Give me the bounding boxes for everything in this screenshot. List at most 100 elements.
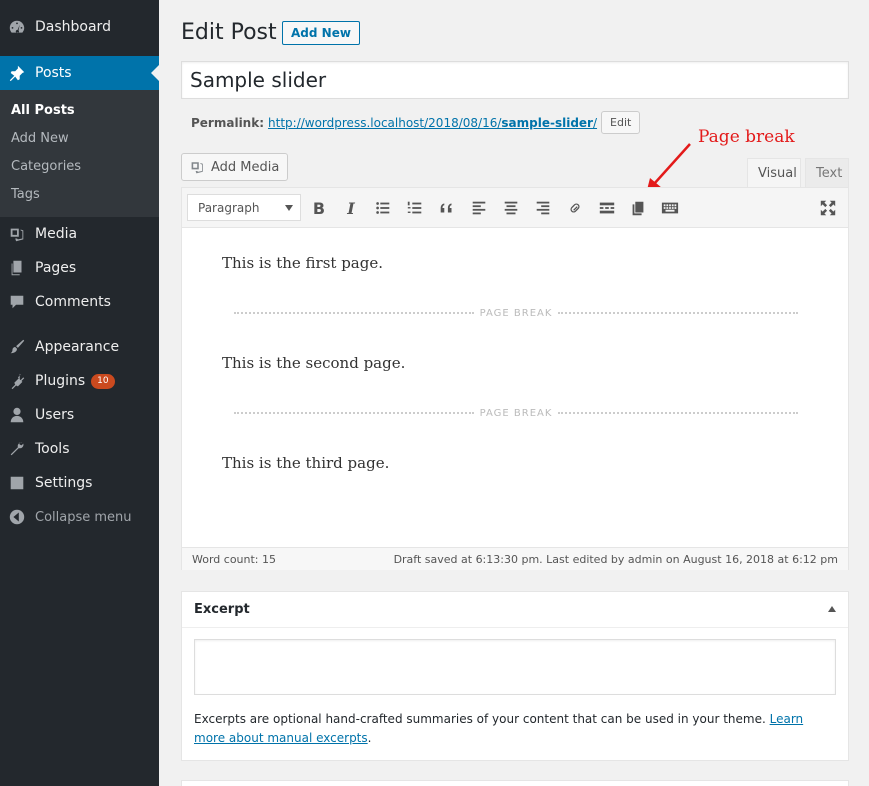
menu-comments-label: Comments: [35, 294, 111, 310]
page-break-icon: [632, 201, 644, 216]
add-media-button[interactable]: Add Media: [181, 153, 289, 181]
align-center-icon: [504, 201, 518, 215]
menu-users[interactable]: Users: [0, 398, 159, 432]
post-title-input[interactable]: [181, 61, 849, 99]
toolbar-toggle-button[interactable]: [658, 196, 682, 220]
media-icon: [7, 224, 27, 244]
settings-sliders-icon: [7, 473, 27, 493]
post-editor: Paragraph B I This is the first page. PA…: [181, 187, 849, 570]
excerpt-header[interactable]: Excerpt: [182, 592, 848, 628]
align-left-button[interactable]: [467, 196, 491, 220]
tab-text[interactable]: Text: [805, 158, 849, 187]
submenu-tags[interactable]: Tags: [11, 187, 40, 202]
read-more-button[interactable]: [595, 196, 619, 220]
page-break-label: PAGE BREAK: [479, 407, 553, 419]
pin-icon: [7, 63, 27, 83]
collapse-menu-button[interactable]: Collapse menu: [0, 500, 159, 534]
menu-comments[interactable]: Comments: [0, 285, 159, 319]
excerpt-help-body: Excerpts are optional hand-crafted summa…: [194, 712, 770, 726]
paintbrush-icon: [7, 337, 27, 357]
format-select-value: Paragraph: [198, 200, 260, 215]
dashboard-icon: [7, 17, 27, 37]
link-icon: [570, 203, 580, 213]
editor-status-bar: Word count: 15 Draft saved at 6:13:30 pm…: [182, 547, 848, 570]
numbered-list-button[interactable]: [403, 196, 427, 220]
menu-plugins-label: Plugins: [35, 373, 86, 389]
content-paragraph: This is the second page.: [222, 354, 406, 372]
bulleted-list-button[interactable]: [371, 196, 395, 220]
excerpt-title: Excerpt: [194, 602, 250, 617]
menu-posts-label: Posts: [35, 65, 72, 81]
user-icon: [7, 405, 27, 425]
menu-media-label: Media: [35, 226, 78, 242]
menu-appearance[interactable]: Appearance: [0, 330, 159, 364]
menu-plugins[interactable]: Plugins 10: [0, 364, 159, 398]
content-paragraph: This is the first page.: [222, 254, 383, 272]
numbered-list-icon: [407, 201, 422, 214]
submenu-categories[interactable]: Categories: [11, 159, 81, 174]
italic-button[interactable]: I: [339, 196, 363, 220]
page-break-line: [558, 312, 799, 314]
menu-appearance-label: Appearance: [35, 339, 120, 355]
wrench-icon: [7, 439, 27, 459]
plugins-update-badge: 10: [91, 373, 115, 389]
next-metabox: [181, 780, 849, 786]
collapse-arrow-icon: [7, 507, 27, 527]
content-paragraph: This is the third page.: [222, 454, 390, 472]
admin-sidebar: Dashboard Posts All Posts Add New Catego…: [0, 0, 159, 786]
align-left-icon: [472, 201, 486, 215]
pages-icon: [7, 258, 27, 278]
add-media-label: Add Media: [211, 159, 280, 175]
page-break-label: PAGE BREAK: [479, 307, 553, 319]
menu-dashboard[interactable]: Dashboard: [0, 10, 159, 44]
excerpt-help-text: Excerpts are optional hand-crafted summa…: [194, 710, 834, 748]
bold-button[interactable]: B: [307, 196, 331, 220]
page-break-line: [558, 412, 799, 414]
blockquote-button[interactable]: [435, 196, 459, 220]
page-break-line: [234, 412, 474, 414]
page-break-annotation: Page break: [698, 127, 795, 147]
read-more-icon: [599, 202, 615, 214]
caret-up-icon[interactable]: [828, 606, 836, 612]
page-break-marker: PAGE BREAK: [234, 406, 799, 420]
permalink-link[interactable]: http://wordpress.localhost/2018/08/16/sa…: [268, 116, 597, 130]
menu-settings[interactable]: Settings: [0, 466, 159, 500]
permalink-row: Permalink: http://wordpress.localhost/20…: [191, 111, 641, 134]
permalink-label: Permalink:: [191, 115, 265, 130]
add-media-icon: [191, 162, 203, 174]
excerpt-metabox: Excerpt Excerpts are optional hand-craft…: [181, 591, 849, 761]
format-select[interactable]: Paragraph: [187, 194, 301, 221]
submenu-add-new[interactable]: Add New: [11, 131, 69, 146]
menu-pages[interactable]: Pages: [0, 251, 159, 285]
submenu-all-posts[interactable]: All Posts: [11, 103, 75, 118]
distraction-free-button[interactable]: [816, 196, 840, 220]
permalink-slug: sample-slider: [501, 115, 593, 130]
plug-icon: [7, 371, 27, 391]
comments-icon: [7, 292, 27, 312]
align-center-button[interactable]: [499, 196, 523, 220]
permalink-trail: /: [592, 115, 598, 130]
word-count: Word count: 15: [192, 552, 277, 566]
excerpt-help-end: .: [367, 731, 372, 745]
menu-tools[interactable]: Tools: [0, 432, 159, 466]
page-break-marker: PAGE BREAK: [234, 306, 799, 320]
menu-media[interactable]: Media: [0, 217, 159, 251]
menu-users-label: Users: [35, 407, 75, 423]
permalink-base: http://wordpress.localhost/2018/08/16/: [268, 115, 502, 130]
page-break-line: [234, 312, 474, 314]
chevron-down-icon: [285, 205, 293, 211]
permalink-edit-button[interactable]: Edit: [601, 111, 641, 134]
excerpt-textarea[interactable]: [194, 639, 836, 695]
menu-dashboard-label: Dashboard: [35, 19, 111, 35]
italic-icon: I: [347, 198, 355, 218]
page-break-button[interactable]: [626, 196, 650, 220]
menu-pages-label: Pages: [35, 260, 77, 276]
draft-status: Draft saved at 6:13:30 pm. Last edited b…: [393, 552, 838, 566]
align-right-button[interactable]: [531, 196, 555, 220]
menu-posts[interactable]: Posts: [0, 56, 159, 90]
menu-tools-label: Tools: [35, 441, 70, 457]
insert-link-button[interactable]: [563, 196, 587, 220]
add-new-post-button[interactable]: Add New: [282, 21, 360, 45]
posts-submenu: All Posts Add New Categories Tags: [0, 90, 159, 217]
tab-visual[interactable]: Visual: [747, 158, 801, 187]
